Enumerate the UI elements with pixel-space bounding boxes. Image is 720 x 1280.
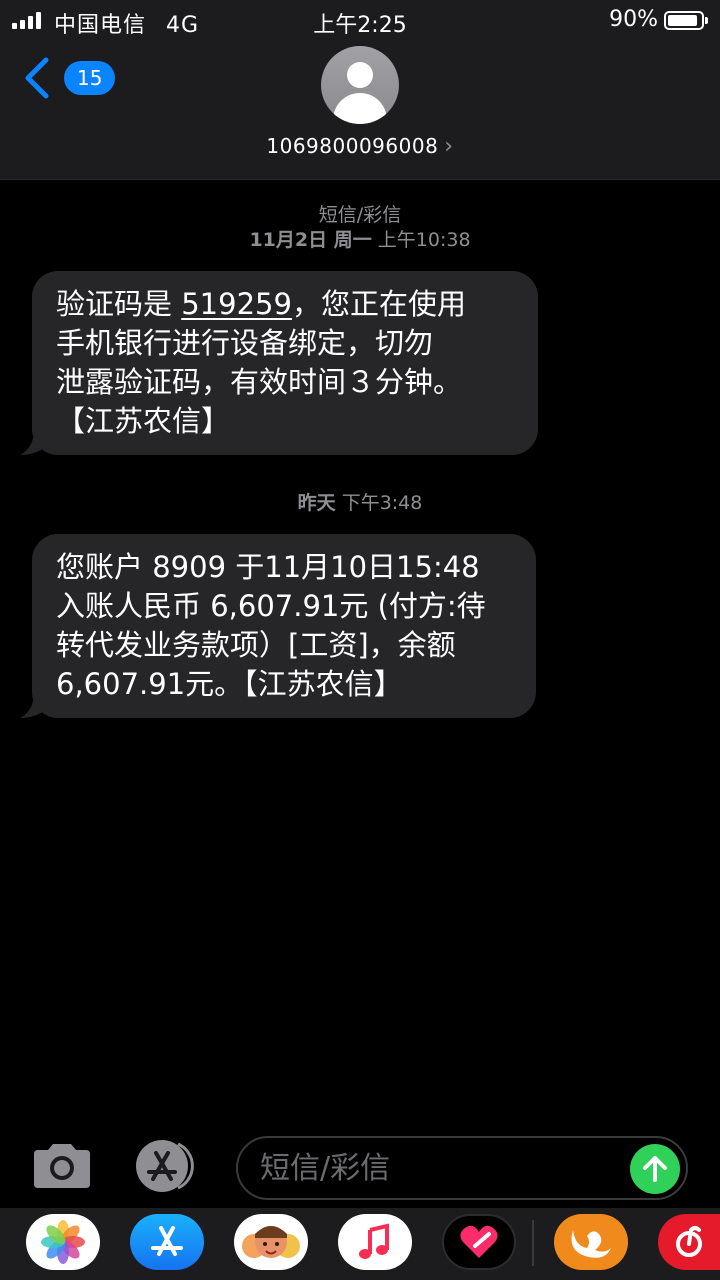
message-line: 您账户 8909 于11月10日15:48 [56,550,480,584]
message-line: 手机银行进行设备绑定，切勿 [56,326,434,360]
message-bubble[interactable]: 验证码是 519259，您正在使用 手机银行进行设备绑定，切勿 泄露验证码，有效… [20,271,538,455]
message-time: 上午10:38 [377,229,471,251]
message-date: 昨天 [297,492,336,514]
unread-count-badge: 15 [64,61,116,95]
conversation-header: 15 1069800096008 › [0,40,720,180]
memoji-app-icon[interactable] [234,1214,308,1270]
send-button[interactable] [630,1144,680,1194]
message-date: 11月2日 周一 [249,229,372,251]
camera-icon[interactable] [30,1142,94,1190]
message-line: 泄露验证码，有效时间３分钟。 [56,365,463,399]
message-line: 验证码是 519259，您正在使用 [56,287,466,321]
message-bubble[interactable]: 您账户 8909 于11月10日15:48 入账人民币 6,607.91元 (付… [20,534,536,718]
app-drawer [0,1208,720,1280]
message-meta: 昨天 下午3:48 [0,491,720,516]
chevron-right-icon: › [444,134,454,159]
contact-avatar[interactable] [321,46,399,124]
music-app-icon[interactable] [338,1214,412,1270]
message-line: 转代发业务款项）[工资]，余额 [56,628,456,662]
arrow-up-icon [643,1156,667,1182]
digital-touch-app-icon[interactable] [442,1214,516,1270]
message-line: 入账人民币 6,607.91元 (付方:待 [56,589,486,623]
drawer-divider [532,1220,534,1266]
verification-code-link[interactable]: 519259 [181,287,292,321]
bubble-tail [20,429,50,455]
uc-browser-app-icon[interactable] [554,1214,628,1270]
contact-details-button[interactable]: 1069800096008 › [0,134,720,159]
app-store-icon[interactable] [134,1140,200,1192]
contact-number: 1069800096008 [266,134,439,158]
status-bar: 中国电信 4G 上午2:25 90% [0,0,720,40]
app-store-app-icon[interactable] [130,1214,204,1270]
message-line: 【江苏农信】 [56,404,231,438]
battery-percent: 90% [609,7,658,32]
message-type-label: 短信/彩信 [318,204,402,226]
netease-music-app-icon[interactable] [658,1214,720,1270]
message-input[interactable] [260,1148,630,1188]
compose-bar [0,1130,720,1208]
back-button[interactable]: 15 [22,56,116,100]
message-meta: 短信/彩信 11月2日 周一 上午10:38 [0,203,720,253]
battery-icon [664,11,708,30]
bubble-tail [20,692,50,718]
message-time: 下午3:48 [341,492,423,514]
photos-app-icon[interactable] [26,1214,100,1270]
message-input-field[interactable] [236,1136,688,1200]
chevron-left-icon [25,57,49,99]
message-line: 6,607.91元。【江苏农信】 [56,667,403,701]
